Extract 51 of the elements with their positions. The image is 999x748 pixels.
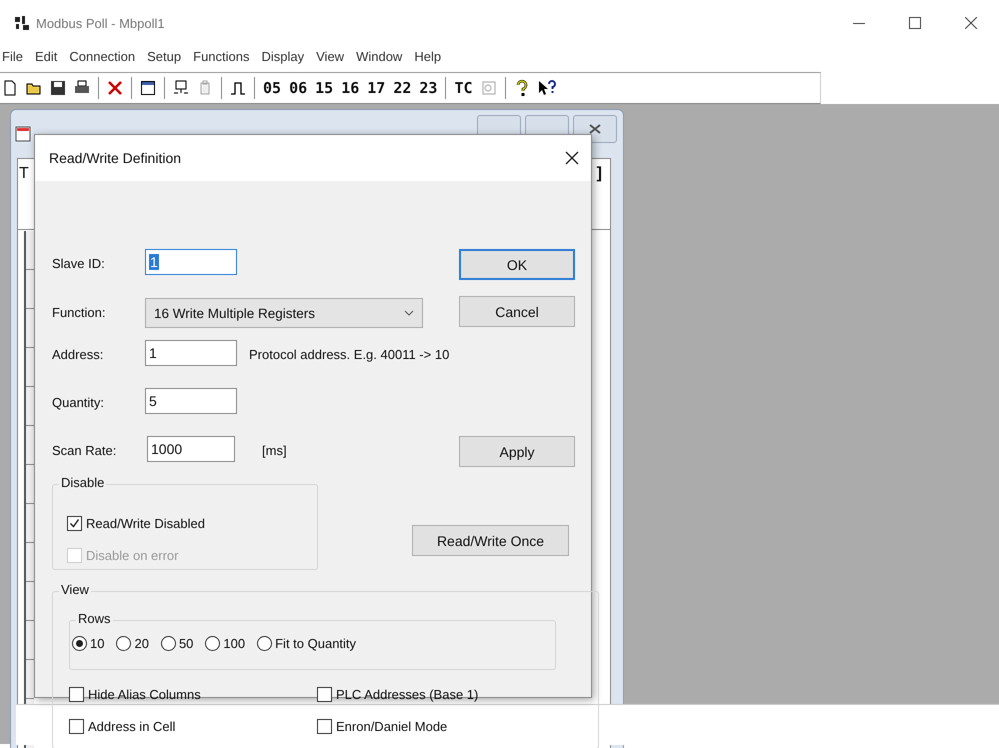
menu-item[interactable]: Connection <box>63 48 142 64</box>
address-hint: Protocol address. E.g. 40011 -> 10 <box>249 346 450 364</box>
unit-label: [ms] <box>262 442 287 460</box>
checkbox-label: Disable on error <box>86 548 178 562</box>
menu-item[interactable]: File <box>0 48 29 64</box>
read-write-once-button[interactable]: Read/Write Once <box>412 525 569 556</box>
menu-item[interactable]: Edit <box>28 48 64 64</box>
radio-label: 10 <box>90 636 104 651</box>
radio-label: 20 <box>134 636 149 651</box>
slave-id-field[interactable]: 1 <box>145 249 237 275</box>
field-label: Quantity: <box>52 394 104 410</box>
checkbox-label: PLC Addresses (Base 1) <box>336 686 478 702</box>
header-text: ] <box>596 165 602 183</box>
function-code-button[interactable]: 22 <box>393 79 412 97</box>
field-label: Function: <box>52 304 106 320</box>
header-text: T <box>19 165 29 183</box>
function-code-button[interactable]: 16 <box>341 79 360 97</box>
apply-button[interactable]: Apply <box>459 436 575 467</box>
group-title: Disable <box>59 475 106 490</box>
field-label: Slave ID: <box>52 256 105 270</box>
menu-item[interactable]: Help <box>408 48 448 64</box>
dialog-title: Read/Write Definition <box>49 150 182 166</box>
cancel-button[interactable]: Cancel <box>459 296 575 327</box>
checkbox-label: Hide Alias Columns <box>88 686 201 702</box>
scan-rate-field[interactable]: 1000 <box>147 436 235 462</box>
address-field[interactable]: 1 <box>145 340 237 366</box>
menu-item[interactable]: View <box>310 48 350 64</box>
menu-item[interactable]: Functions <box>187 48 256 64</box>
radio-label: 50 <box>178 636 194 651</box>
field-label: Scan Rate: <box>52 442 116 458</box>
menu-item[interactable]: Setup <box>141 48 188 64</box>
group-title: Rows <box>76 611 113 626</box>
checkbox-label: Address in Cell <box>88 718 176 734</box>
function-code-button[interactable]: 15 <box>315 79 334 97</box>
window-title: Modbus Poll - Mbpoll1 <box>36 16 165 30</box>
checkbox-label: Read/Write Disabled <box>86 516 205 530</box>
quantity-field[interactable]: 5 <box>145 388 237 414</box>
radio-label: Fit to Quantity <box>275 636 356 651</box>
checkbox-label: Enron/Daniel Mode <box>336 718 448 734</box>
function-code-button[interactable]: 06 <box>289 79 308 97</box>
function-dropdown[interactable]: 16 Write Multiple Registers <box>145 298 423 328</box>
menu-item[interactable]: Display <box>256 48 310 64</box>
function-code-button[interactable]: 23 <box>419 79 438 97</box>
tc-button[interactable]: TC <box>454 79 472 97</box>
function-code-button[interactable]: 05 <box>263 79 282 97</box>
function-code-button[interactable]: 17 <box>367 79 386 97</box>
group-title: View <box>59 582 91 597</box>
field-label: Address: <box>52 346 104 362</box>
radio-label: 100 <box>223 636 246 651</box>
ok-button[interactable]: OK <box>459 249 575 280</box>
menu-item[interactable]: Window <box>350 48 408 64</box>
